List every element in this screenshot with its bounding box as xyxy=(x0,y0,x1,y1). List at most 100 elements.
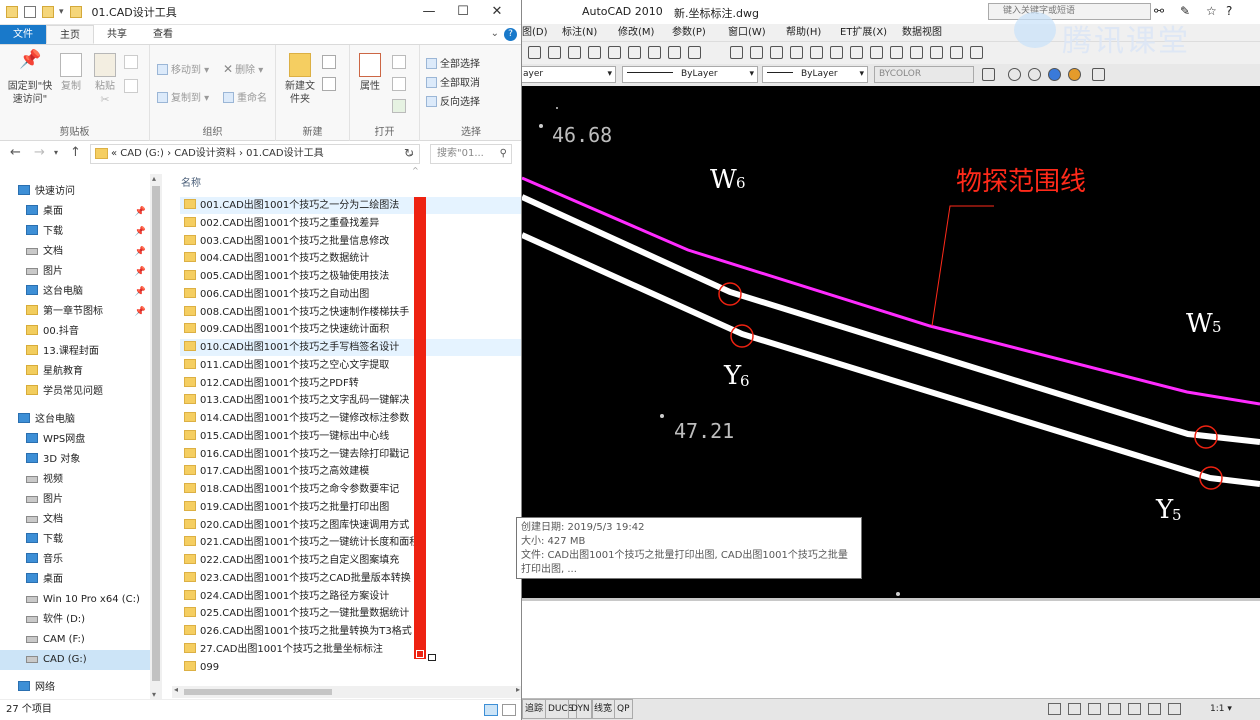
nav-item[interactable]: 文档 xyxy=(0,510,150,530)
file-row[interactable]: 27.CAD出图1001个技巧之批量坐标标注 xyxy=(180,641,521,658)
nav-item[interactable]: 视频 xyxy=(0,470,150,490)
pin-quick-access-button[interactable]: 📌 固定到"快速访问" xyxy=(4,51,56,106)
nav-scroll-thumb[interactable] xyxy=(152,186,160,681)
nav-item[interactable]: 星航教育 xyxy=(0,362,150,382)
address-input[interactable]: « CAD (G:) › CAD设计资料 › 01.CAD设计工具 ⌄ xyxy=(90,144,420,164)
cad-tool-icon[interactable] xyxy=(730,46,743,59)
file-row[interactable]: 021.CAD出图1001个技巧之一键统计长度和面积 xyxy=(180,534,521,551)
cad-help-icon[interactable]: ? xyxy=(1226,4,1232,18)
cad-tool-icon[interactable] xyxy=(890,46,903,59)
file-row[interactable]: 024.CAD出图1001个技巧之路径方案设计 xyxy=(180,588,521,605)
back-button[interactable]: ← xyxy=(10,145,21,160)
nav-item[interactable]: 这台电脑 xyxy=(0,410,150,430)
cad-tool-icon[interactable] xyxy=(950,46,963,59)
model-icon[interactable] xyxy=(1068,703,1081,715)
sun-icon[interactable] xyxy=(1068,68,1081,81)
cad-menu-item[interactable]: 帮助(H) xyxy=(786,24,821,41)
easy-access-icon[interactable] xyxy=(322,77,336,91)
edit-icon[interactable] xyxy=(392,77,406,91)
nav-item[interactable]: CAD (G:) xyxy=(0,650,150,670)
cad-status-toggle[interactable]: QP xyxy=(614,699,633,719)
cad-tool-icon[interactable] xyxy=(850,46,863,59)
search-input[interactable]: 搜索"01... ⚲ xyxy=(430,144,512,164)
nav-item[interactable]: Win 10 Pro x64 (C:) xyxy=(0,590,150,610)
scroll-left-icon[interactable]: ◂ xyxy=(174,685,178,694)
nav-item[interactable]: CAM (F:) xyxy=(0,630,150,650)
file-row[interactable]: 019.CAD出图1001个技巧之批量打印出图 xyxy=(180,499,521,516)
cad-menu-item[interactable]: 参数(P) xyxy=(672,24,706,41)
nav-item[interactable]: 13.课程封面 xyxy=(0,342,150,362)
cad-tool-icon[interactable] xyxy=(668,46,681,59)
nav-item[interactable]: 图片 📌 xyxy=(0,262,150,282)
file-row[interactable]: 014.CAD出图1001个技巧之一键修改标注参数 xyxy=(180,410,521,427)
cad-menu-item[interactable]: 窗口(W) xyxy=(728,24,766,41)
delete-button[interactable]: ✕ 删除 ▾ xyxy=(223,61,263,76)
cad-tool-icon[interactable] xyxy=(790,46,803,59)
plot-style-icon[interactable] xyxy=(982,68,995,81)
file-row[interactable]: 026.CAD出图1001个技巧之批量转换为T3格式 xyxy=(180,623,521,640)
nav-item[interactable]: 00.抖音 xyxy=(0,322,150,342)
nav-item[interactable]: 网络 xyxy=(0,678,150,698)
nav-scroll-up-icon[interactable]: ▴ xyxy=(152,174,156,183)
file-row[interactable]: 004.CAD出图1001个技巧之数据统计 xyxy=(180,250,521,267)
file-row[interactable]: 003.CAD出图1001个技巧之批量信息修改 xyxy=(180,233,521,250)
layer-combo[interactable]: ayer ▾ xyxy=(522,66,616,83)
forward-button[interactable]: → xyxy=(34,145,45,160)
up-button[interactable]: ↑ xyxy=(70,145,81,160)
nav-item[interactable]: 下载 xyxy=(0,530,150,550)
ribbon-collapse-icon[interactable]: ⌄ xyxy=(491,28,499,39)
nav-item[interactable]: 文档 📌 xyxy=(0,242,150,262)
tab-share[interactable]: 共享 xyxy=(94,25,140,44)
file-row[interactable]: 020.CAD出图1001个技巧之图库快速调用方式 xyxy=(180,517,521,534)
cad-tool-icon[interactable] xyxy=(568,46,581,59)
nav-item[interactable]: 桌面 xyxy=(0,570,150,590)
nav-item[interactable]: 这台电脑 📌 xyxy=(0,282,150,302)
cad-menu-item[interactable]: 标注(N) xyxy=(562,24,597,41)
cad-tool-icon[interactable] xyxy=(688,46,701,59)
nav-item[interactable]: 快速访问 xyxy=(0,182,150,202)
nav-item[interactable]: 桌面 📌 xyxy=(0,202,150,222)
lineweight-combo[interactable]: ByLayer ▾ xyxy=(762,66,868,83)
nav-item[interactable]: WPS网盘 xyxy=(0,430,150,450)
copy-button[interactable]: 复制 xyxy=(58,53,84,93)
viewcube-icon[interactable] xyxy=(1128,703,1141,715)
tab-home[interactable]: 主页 xyxy=(46,25,94,44)
horizontal-scrollbar[interactable]: ◂ ▸ xyxy=(172,685,521,698)
properties-button[interactable]: 属性 xyxy=(354,53,386,93)
cad-menu-item[interactable]: ET扩展(X) xyxy=(840,24,887,41)
nav-scrollbar[interactable]: ▴ ▾ xyxy=(150,174,162,699)
cad-tool-icon[interactable] xyxy=(970,46,983,59)
nav-scroll-down-icon[interactable]: ▾ xyxy=(152,690,156,699)
file-row[interactable]: 002.CAD出图1001个技巧之重叠找差异 xyxy=(180,215,521,232)
large-icons-view-icon[interactable] xyxy=(502,704,516,716)
render-icon[interactable] xyxy=(1008,68,1021,81)
recent-locations-icon[interactable]: ▾ xyxy=(54,148,58,157)
cad-tool-icon[interactable] xyxy=(628,46,641,59)
rename-button[interactable]: 重命名 xyxy=(223,89,267,104)
tab-view[interactable]: 查看 xyxy=(140,25,186,44)
layout-icon[interactable] xyxy=(1048,703,1061,715)
details-view-icon[interactable] xyxy=(484,704,498,716)
open-icon[interactable] xyxy=(392,55,406,69)
annotation-scale[interactable]: 1:1 ▾ xyxy=(1210,699,1232,719)
nav-item[interactable]: 3D 对象 xyxy=(0,450,150,470)
file-row[interactable]: 001.CAD出图1001个技巧之一分为二绘图法 xyxy=(180,197,521,214)
paste-shortcut-icon[interactable] xyxy=(124,79,138,93)
cad-tool-icon[interactable] xyxy=(750,46,763,59)
cad-tool-icon[interactable] xyxy=(830,46,843,59)
cad-status-toggle[interactable]: 追踪 xyxy=(522,699,547,719)
nav-item[interactable]: 第一章节图标 📌 xyxy=(0,302,150,322)
cad-tool-icon[interactable] xyxy=(810,46,823,59)
cad-command-line[interactable] xyxy=(522,598,1260,698)
copy-to-button[interactable]: 复制到 ▾ xyxy=(157,89,209,104)
file-row[interactable]: 012.CAD出图1001个技巧之PDF转 xyxy=(180,375,521,392)
file-row[interactable]: 018.CAD出图1001个技巧之命令参数要牢记 xyxy=(180,481,521,498)
cad-tool-icon[interactable] xyxy=(588,46,601,59)
refresh-button[interactable]: ↻ xyxy=(404,146,414,160)
move-to-button[interactable]: 移动到 ▾ xyxy=(157,61,209,76)
cad-tool-icon[interactable] xyxy=(770,46,783,59)
nav-item[interactable]: 软件 (D:) xyxy=(0,610,150,630)
cad-tool-icon[interactable] xyxy=(648,46,661,59)
showmotion-icon[interactable] xyxy=(1168,703,1181,715)
select-all-button[interactable]: 全部选择 xyxy=(426,55,480,70)
